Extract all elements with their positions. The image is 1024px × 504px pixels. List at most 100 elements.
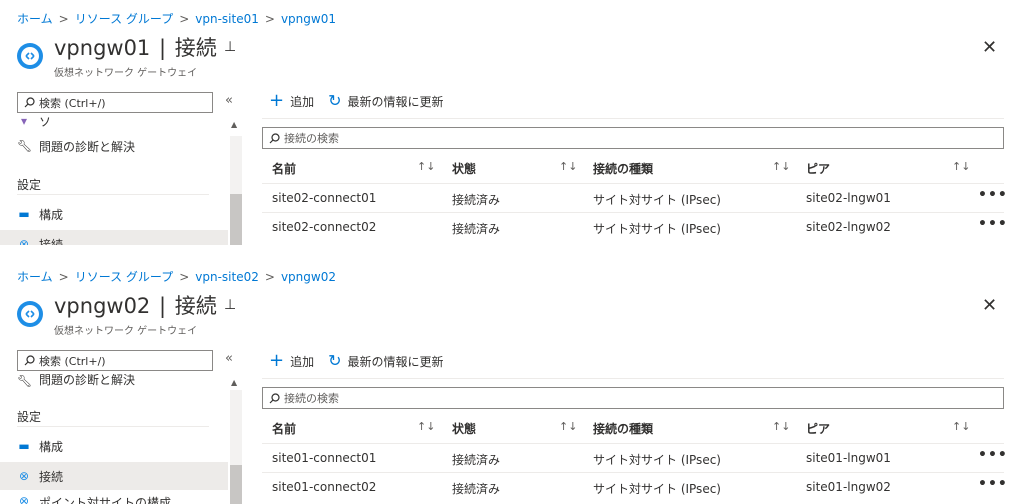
refresh-icon: ↻ bbox=[328, 91, 342, 110]
cell-type: サイト対サイト (IPsec) bbox=[593, 193, 721, 207]
plus-icon: + bbox=[269, 350, 285, 371]
cell-status: 接続済み bbox=[452, 222, 501, 236]
sidebar-item-configuration[interactable]: ▬ 構成 bbox=[0, 200, 228, 228]
sort-icon[interactable]: ↑↓ bbox=[772, 160, 790, 173]
cell-peer[interactable]: site02-lngw01 bbox=[806, 191, 891, 205]
table-row[interactable]: site01-connect02 接続済み サイト対サイト (IPsec) si… bbox=[262, 472, 1007, 501]
cell-type: サイト対サイト (IPsec) bbox=[593, 222, 721, 236]
refresh-button[interactable]: ↻ 最新の情報に更新 bbox=[328, 93, 443, 110]
connection-icon: ⊗ bbox=[18, 494, 30, 504]
cell-name[interactable]: site01-connect02 bbox=[272, 480, 376, 494]
close-icon[interactable]: ✕ bbox=[982, 37, 997, 58]
chevron-right-icon: > bbox=[58, 12, 69, 26]
command-bar: + 追加 ↻ 最新の情報に更新 bbox=[269, 352, 444, 370]
sidebar-item-diagnose[interactable]: 🔧︎ 問題の診断と解決 bbox=[0, 132, 228, 160]
column-header-name[interactable]: 名前 bbox=[272, 420, 296, 437]
breadcrumb-resource-group[interactable]: vpn-site01 bbox=[195, 12, 259, 26]
column-header-peer[interactable]: ピア bbox=[806, 160, 830, 177]
sort-icon[interactable]: ↑↓ bbox=[417, 420, 435, 433]
gateway-panel-vpngw02: ホーム > リソース グループ > vpn-site02 > vpngw02 vpngw02… bbox=[0, 258, 1024, 504]
sidebar-scrollbar[interactable] bbox=[230, 390, 242, 504]
sort-icon[interactable]: ↑↓ bbox=[952, 160, 970, 173]
add-button[interactable]: + 追加 bbox=[269, 352, 314, 370]
refresh-button[interactable]: ↻ 最新の情報に更新 bbox=[328, 353, 443, 370]
close-icon[interactable]: ✕ bbox=[982, 295, 997, 316]
table-header: 名前 ↑↓ 状態 ↑↓ 接続の種類 ↑↓ ピア ↑↓ bbox=[262, 155, 1004, 181]
breadcrumb-resource-groups[interactable]: リソース グループ bbox=[75, 270, 174, 284]
collapse-sidebar-icon[interactable]: « bbox=[225, 93, 233, 108]
scrollbar-thumb[interactable] bbox=[230, 465, 242, 504]
scrollbar-thumb[interactable] bbox=[230, 194, 242, 245]
cell-type: サイト対サイト (IPsec) bbox=[593, 453, 721, 467]
chevron-right-icon: > bbox=[58, 270, 69, 284]
chevron-right-icon: > bbox=[264, 270, 275, 284]
cell-status: 接続済み bbox=[452, 482, 501, 496]
connection-search-input[interactable]: 接続の検索 bbox=[262, 127, 1004, 149]
scroll-up-icon[interactable]: ▲ bbox=[231, 378, 237, 387]
table-row[interactable]: site02-connect01 接続済み サイト対サイト (IPsec) si… bbox=[262, 183, 1007, 212]
more-icon[interactable]: ••• bbox=[978, 447, 1008, 463]
scroll-up-icon[interactable]: ▲ bbox=[231, 120, 237, 129]
breadcrumb-home[interactable]: ホーム bbox=[17, 12, 53, 26]
connection-search-input[interactable]: 接続の検索 bbox=[262, 387, 1004, 409]
cell-name[interactable]: site02-connect02 bbox=[272, 220, 376, 234]
sidebar-search-input[interactable]: 検索 (Ctrl+/) bbox=[17, 92, 213, 113]
pin-icon[interactable]: ⊥ bbox=[224, 39, 236, 55]
wrench-icon: 🔧︎ bbox=[17, 139, 33, 153]
table-row[interactable]: site02-connect02 接続済み サイト対サイト (IPsec) si… bbox=[262, 212, 1007, 241]
chevron-down-icon: ▾ bbox=[20, 114, 28, 128]
cell-peer[interactable]: site01-lngw02 bbox=[806, 480, 891, 494]
wrench-icon: 🔧︎ bbox=[17, 374, 33, 388]
sort-icon[interactable]: ↑↓ bbox=[952, 420, 970, 433]
more-icon[interactable]: ••• bbox=[978, 187, 1008, 203]
sort-icon[interactable]: ↑↓ bbox=[772, 420, 790, 433]
gateway-panel-vpngw01: ホーム > リソース グループ > vpn-site01 > vpngw01 vpngw01… bbox=[0, 0, 1024, 245]
sidebar-item-connections[interactable]: ⊗ 接続 bbox=[0, 230, 228, 245]
pin-icon[interactable]: ⊥ bbox=[224, 297, 236, 313]
more-icon[interactable]: ••• bbox=[978, 476, 1008, 492]
page-title: vpngw01 | 接続 bbox=[54, 36, 217, 60]
breadcrumb-resource[interactable]: vpngw02 bbox=[281, 270, 336, 284]
sidebar-item-point-to-site[interactable]: ⊗ ポイント対サイトの構成 bbox=[0, 494, 228, 504]
sidebar: 検索 (Ctrl+/) « ▾ ソ 🔧︎ 問題の診断と解決 設定 ▬ 構成 ⊗ 接続 ▲ bbox=[0, 86, 246, 245]
sidebar-search-input[interactable]: 検索 (Ctrl+/) bbox=[17, 350, 213, 371]
section-divider bbox=[17, 194, 209, 195]
resource-type-subtitle: 仮想ネットワーク ゲートウェイ bbox=[54, 326, 198, 337]
cell-name[interactable]: site01-connect01 bbox=[272, 451, 376, 465]
cell-status: 接続済み bbox=[452, 453, 501, 467]
sidebar-item-partial[interactable]: ▾ ソ bbox=[0, 114, 228, 128]
cell-peer[interactable]: site01-lngw01 bbox=[806, 451, 891, 465]
cell-peer[interactable]: site02-lngw02 bbox=[806, 220, 891, 234]
breadcrumb-resource-group[interactable]: vpn-site02 bbox=[195, 270, 259, 284]
sort-icon[interactable]: ↑↓ bbox=[417, 160, 435, 173]
collapse-sidebar-icon[interactable]: « bbox=[225, 351, 233, 366]
sidebar-scrollbar[interactable] bbox=[230, 136, 242, 245]
table-header: 名前 ↑↓ 状態 ↑↓ 接続の種類 ↑↓ ピア ↑↓ bbox=[262, 415, 1004, 441]
sidebar-item-configuration[interactable]: ▬ 構成 bbox=[0, 432, 228, 460]
sort-icon[interactable]: ↑↓ bbox=[559, 420, 577, 433]
breadcrumb-resource-groups[interactable]: リソース グループ bbox=[75, 12, 174, 26]
breadcrumb-resource[interactable]: vpngw01 bbox=[281, 12, 336, 26]
column-header-peer[interactable]: ピア bbox=[806, 420, 830, 437]
table-row[interactable]: site01-connect01 接続済み サイト対サイト (IPsec) si… bbox=[262, 443, 1007, 472]
command-bar: + 追加 ↻ 最新の情報に更新 bbox=[269, 92, 444, 110]
toolbar-divider bbox=[262, 378, 1004, 379]
breadcrumb-home[interactable]: ホーム bbox=[17, 270, 53, 284]
column-header-type[interactable]: 接続の種類 bbox=[593, 160, 653, 177]
plus-icon: + bbox=[269, 90, 285, 111]
toolbox-icon: ▬ bbox=[18, 207, 30, 221]
column-header-name[interactable]: 名前 bbox=[272, 160, 296, 177]
add-button[interactable]: + 追加 bbox=[269, 92, 314, 110]
chevron-right-icon: > bbox=[179, 270, 190, 284]
sidebar-section-settings: 設定 bbox=[17, 178, 42, 192]
column-header-status[interactable]: 状態 bbox=[452, 160, 476, 177]
search-icon bbox=[24, 97, 35, 108]
cell-name[interactable]: site02-connect01 bbox=[272, 191, 376, 205]
sort-icon[interactable]: ↑↓ bbox=[559, 160, 577, 173]
more-icon[interactable]: ••• bbox=[978, 216, 1008, 232]
column-header-type[interactable]: 接続の種類 bbox=[593, 420, 653, 437]
panel-gap bbox=[0, 245, 1024, 258]
sidebar-item-connections[interactable]: ⊗ 接続 bbox=[0, 462, 228, 490]
column-header-status[interactable]: 状態 bbox=[452, 420, 476, 437]
sidebar-item-diagnose[interactable]: 🔧︎ 問題の診断と解決 bbox=[0, 374, 228, 388]
